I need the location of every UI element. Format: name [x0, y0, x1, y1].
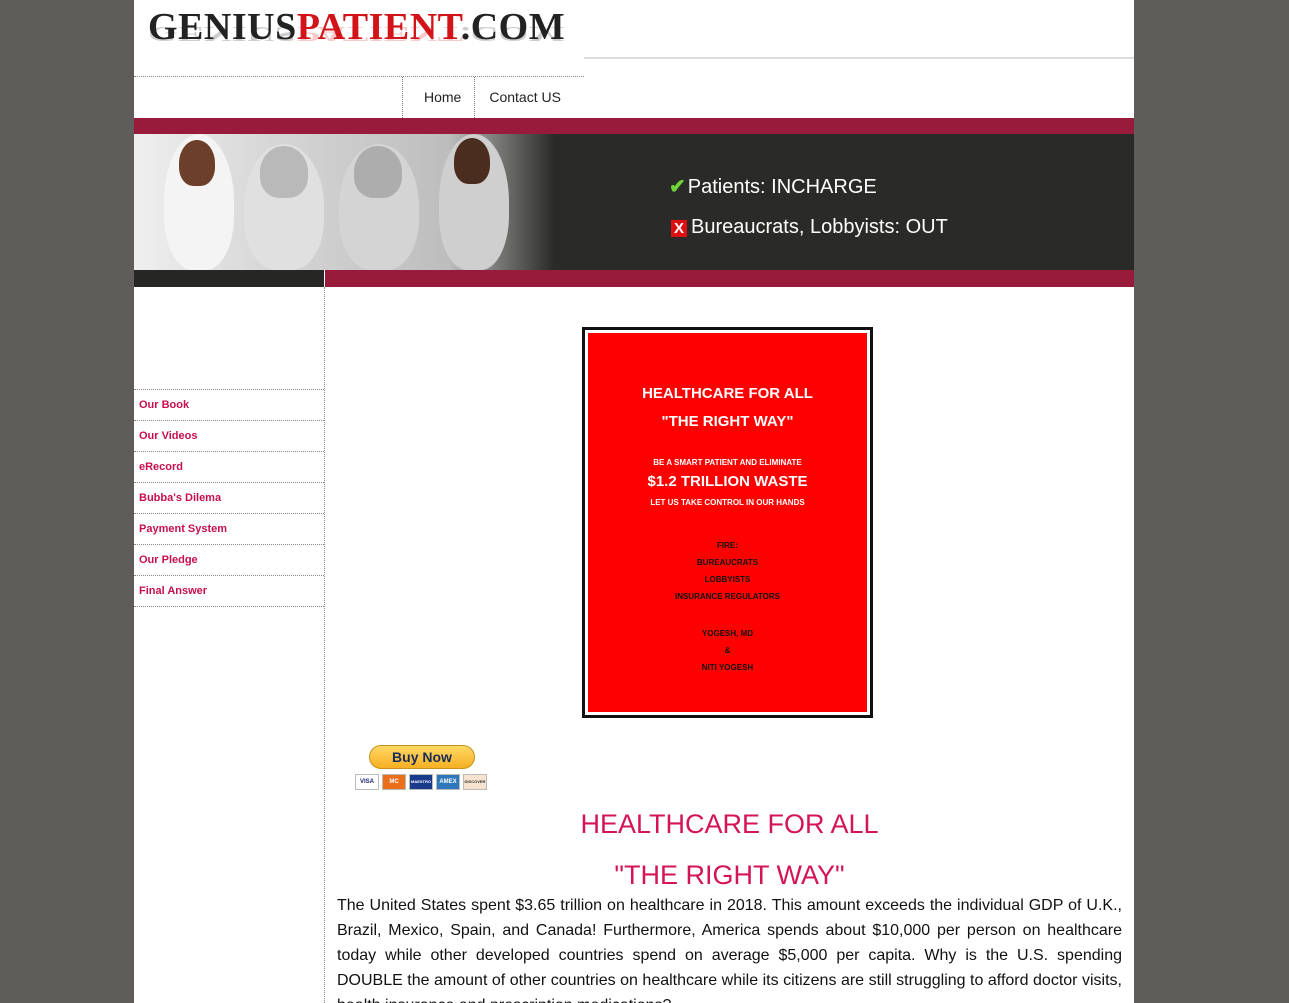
sidebar-item-our-book[interactable]: Our Book	[134, 390, 324, 421]
book-title-1: HEALTHCARE FOR ALL	[642, 385, 813, 402]
book-line-1: BE A SMART PATIENT AND ELIMINATE	[653, 458, 802, 467]
site-logo[interactable]: GENIUSPATIENT.COM GENIUSPATIENT.COM	[148, 6, 588, 70]
book-fire-list: FIRE: BUREAUCRATS LOBBYISTS INSURANCE RE…	[674, 541, 781, 601]
top-nav: Home Contact US	[402, 77, 574, 118]
checkmark-icon: ✔	[669, 176, 686, 198]
banner-photo	[134, 134, 554, 270]
visa-card-icon: VISA	[355, 774, 379, 790]
discover-card-icon: DISCOVER	[463, 774, 487, 790]
hero-banner: ✔ Patients: INCHARGE X Bureaucrats, Lobbyi…	[134, 134, 1134, 270]
banner-message-bureaucrats: X Bureaucrats, Lobbyists: OUT	[671, 216, 948, 239]
book-line-2: LET US TAKE CONTROL IN OUR HANDS	[650, 498, 805, 507]
header-rule	[584, 57, 1134, 59]
book-title-2: "THE RIGHT WAY"	[661, 413, 794, 430]
patient-head-1	[260, 146, 308, 198]
payment-cards: VISA MC MAESTRO AMEX DISCOVER	[355, 774, 487, 790]
book-cover: HEALTHCARE FOR ALL "THE RIGHT WAY" BE A …	[588, 333, 867, 712]
mastercard-icon: MC	[382, 774, 406, 790]
doctor-head-1	[179, 140, 215, 186]
banner-bottom-band-dark	[134, 270, 324, 287]
patient-head-2	[354, 146, 402, 198]
content-heading-1: HEALTHCARE FOR ALL	[580, 809, 879, 839]
sidebar-item-our-pledge[interactable]: Our Pledge	[134, 545, 324, 576]
nav-home[interactable]: Home	[402, 77, 474, 118]
sidebar-item-payment-system[interactable]: Payment System	[134, 514, 324, 545]
banner-top-band	[134, 118, 1134, 134]
sidebar-item-final-answer[interactable]: Final Answer	[134, 576, 324, 607]
buy-now-button[interactable]: Buy Now	[369, 745, 475, 769]
maestro-card-icon: MAESTRO	[409, 774, 433, 790]
book-big-line: $1.2 TRILLION WASTE	[647, 473, 808, 490]
sidebar: Our Book Our Videos eRecord Bubba's Dile…	[134, 287, 325, 1003]
sidebar-item-erecord[interactable]: eRecord	[134, 452, 324, 483]
main-content: HEALTHCARE FOR ALL "THE RIGHT WAY" BE A …	[325, 287, 1134, 1003]
book-cover-image: HEALTHCARE FOR ALL "THE RIGHT WAY" BE A …	[582, 327, 873, 718]
sidebar-menu: Our Book Our Videos eRecord Bubba's Dile…	[134, 389, 324, 607]
sidebar-item-bubbas-dilema[interactable]: Bubba's Dilema	[134, 483, 324, 514]
banner-message-patients: ✔ Patients: INCHARGE	[669, 176, 877, 198]
page: GENIUSPATIENT.COM GENIUSPATIENT.COM Home…	[134, 0, 1134, 1003]
amex-card-icon: AMEX	[436, 774, 460, 790]
book-authors: YOGESH, MD & NITI YOGESH	[701, 629, 754, 672]
doctor-head-2	[454, 138, 490, 184]
paypal-buy-now: Buy Now VISA MC MAESTRO AMEX DISCOVER	[355, 745, 491, 793]
content-heading-2: "THE RIGHT WAY"	[614, 860, 845, 890]
content-paragraph: The United States spent $3.65 trillion o…	[337, 897, 1122, 1003]
banner-bottom-band	[325, 270, 1134, 287]
sidebar-item-our-videos[interactable]: Our Videos	[134, 421, 324, 452]
logo-reflection: GENIUSPATIENT.COM	[148, 22, 566, 46]
nav-contact-us[interactable]: Contact US	[474, 77, 574, 118]
x-mark-icon: X	[671, 220, 688, 237]
